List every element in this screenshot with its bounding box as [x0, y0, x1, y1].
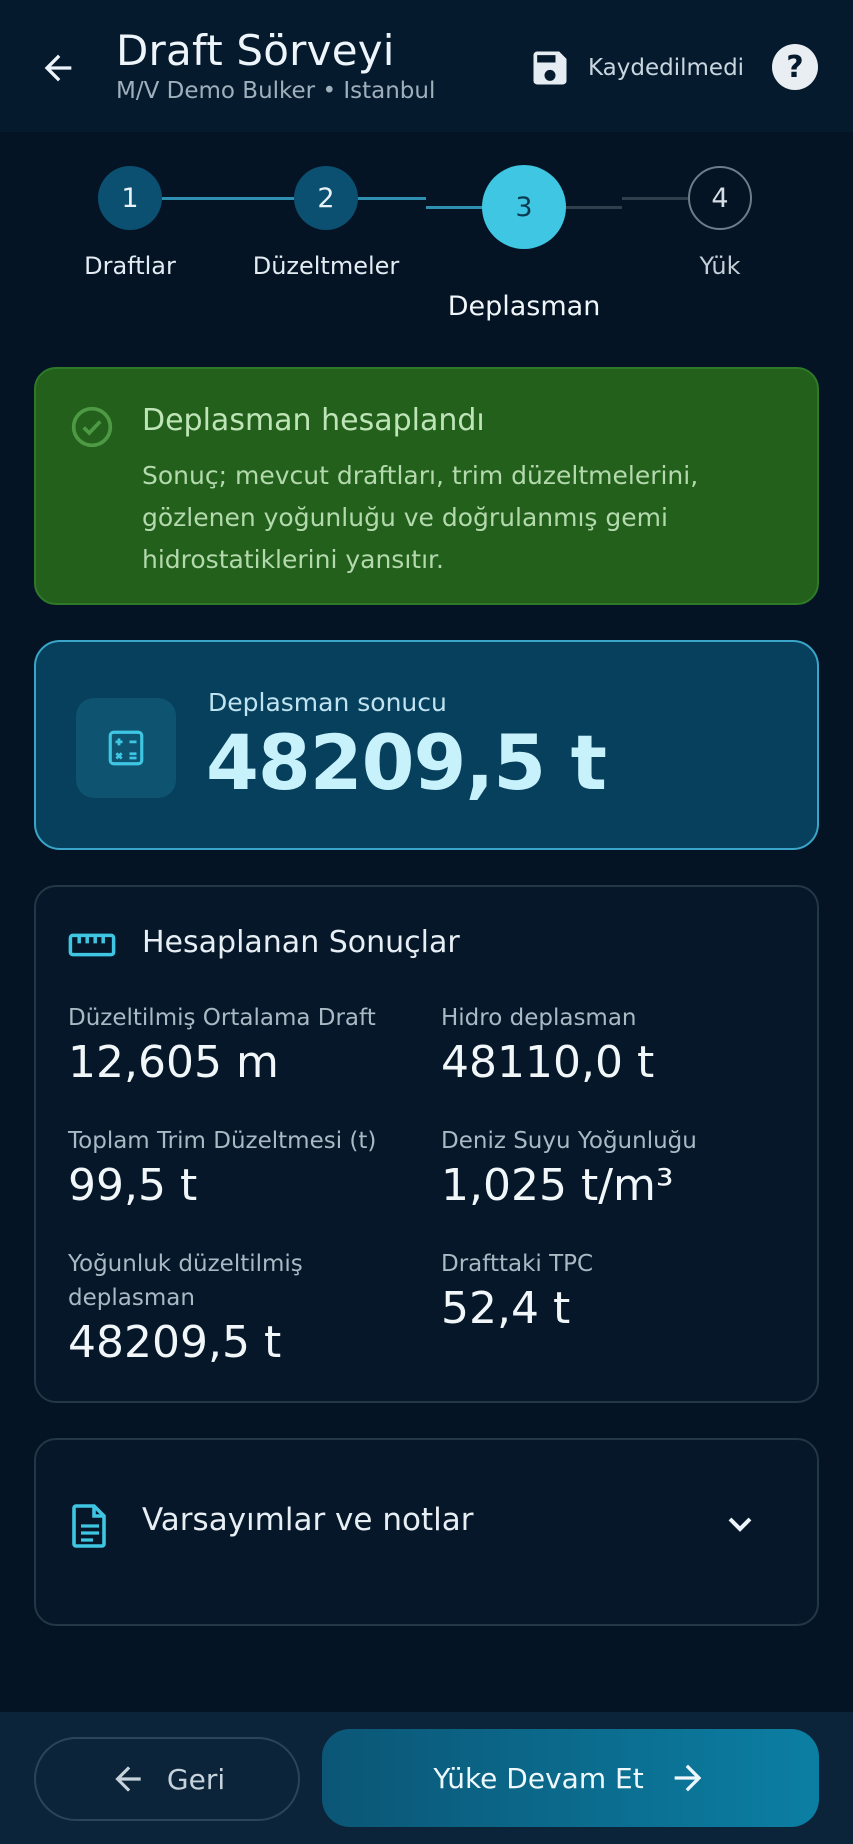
vessel-subtitle: M/V Demo Bulker • Istanbul [116, 78, 436, 104]
metric-label: Toplam Trim Düzeltmesi (t) [68, 1128, 377, 1154]
metric-density-corrected-displacement: Yoğunluk düzeltilmiş deplasman 48209,5 t [68, 1247, 348, 1369]
step-4-number: 4 [711, 182, 729, 214]
step-1[interactable]: 1 Draftlar [84, 166, 176, 280]
back-navigation-button[interactable] [30, 40, 86, 96]
calculator-icon-box [76, 698, 176, 798]
notes-label: Varsayımlar ve notlar [142, 1502, 474, 1538]
success-title: Deplasman hesaplandı [142, 403, 485, 438]
metric-value: 1,025 t/m³ [441, 1160, 674, 1211]
calculator-icon [108, 730, 144, 766]
step-1-number: 1 [121, 182, 139, 214]
metric-hydro-displacement: Hidro deplasman 48110,0 t [441, 1001, 781, 1089]
back-button[interactable]: Geri [34, 1737, 300, 1821]
page-title: Draft Sörveyi [116, 26, 395, 75]
success-message: Sonuç; mevcut draftları, trim düzeltmele… [142, 461, 699, 574]
metric-label: Düzeltilmiş Ortalama Draft [68, 1005, 376, 1031]
assumptions-notes-accordion[interactable]: Varsayımlar ve notlar [34, 1438, 819, 1626]
step-1-circle: 1 [98, 166, 162, 230]
step-connector [622, 197, 690, 200]
step-2-number: 2 [317, 182, 335, 214]
bottom-action-bar: Geri Yüke Devam Et [0, 1712, 853, 1844]
help-circle-icon: ? [786, 49, 804, 85]
check-circle-icon [71, 406, 113, 448]
step-connector [160, 197, 294, 200]
step-connector [562, 206, 622, 209]
result-value: 48209,5 t [206, 718, 607, 807]
metric-value: 48209,5 t [68, 1317, 282, 1368]
metric-value: 48110,0 t [441, 1037, 655, 1088]
step-4-circle: 4 [688, 166, 752, 230]
metric-label: Deniz Suyu Yoğunluğu [441, 1128, 697, 1154]
arrow-left-icon [44, 54, 72, 82]
step-2-label: Düzeltmeler [252, 252, 400, 280]
arrow-right-icon [674, 1764, 702, 1792]
step-4[interactable]: 4 Yük [688, 166, 752, 280]
metric-label: Hidro deplasman [441, 1005, 637, 1031]
step-3-circle: 3 [482, 165, 566, 249]
save-status-label: Kaydedilmedi [588, 55, 745, 81]
help-button[interactable]: ? [772, 44, 818, 90]
computed-results-title: Hesaplanan Sonuçlar [142, 925, 460, 960]
metric-tpc-at-draft: Drafttaki TPC 52,4 t [441, 1247, 781, 1335]
metric-value: 12,605 m [68, 1037, 279, 1088]
step-2[interactable]: 2 Düzeltmeler [253, 166, 399, 280]
metric-value: 52,4 t [441, 1283, 571, 1334]
app-header: Draft Sörveyi M/V Demo Bulker • Istanbul… [0, 0, 853, 132]
step-2-circle: 2 [294, 166, 358, 230]
progress-stepper: 1 Draftlar 2 Düzeltmeler 3 Deplasman 4 Y… [0, 140, 853, 322]
metric-total-trim-correction: Toplam Trim Düzeltmesi (t) 99,5 t [68, 1124, 408, 1212]
success-banner: Deplasman hesaplandı Sonuç; mevcut draft… [34, 367, 819, 605]
displacement-result-card: Deplasman sonucu 48209,5 t [34, 640, 819, 850]
metric-label: Drafttaki TPC [441, 1251, 594, 1277]
floppy-disk-icon [533, 51, 567, 85]
step-connector [426, 206, 486, 209]
continue-button-label: Yüke Devam Et [433, 1761, 644, 1795]
step-3-label: Deplasman [447, 291, 601, 322]
metric-value: 99,5 t [68, 1160, 198, 1211]
document-icon [72, 1504, 106, 1548]
result-label: Deplasman sonucu [208, 688, 447, 717]
ruler-icon [68, 933, 116, 957]
save-status-button[interactable]: Kaydedilmedi [528, 42, 744, 94]
step-1-label: Draftlar [84, 252, 176, 280]
continue-to-cargo-button[interactable]: Yüke Devam Et [322, 1729, 819, 1827]
metric-seawater-density: Deniz Suyu Yoğunluğu 1,025 t/m³ [441, 1124, 781, 1212]
computed-results-card: Hesaplanan Sonuçlar Düzeltilmiş Ortalama… [34, 885, 819, 1403]
chevron-down-icon[interactable] [720, 1504, 760, 1544]
metric-corrected-mean-draft: Düzeltilmiş Ortalama Draft 12,605 m [68, 1001, 408, 1089]
step-4-label: Yük [699, 252, 741, 280]
draft-survey-screen: Draft Sörveyi M/V Demo Bulker • Istanbul… [0, 0, 853, 1844]
arrow-left-icon [115, 1766, 141, 1792]
step-connector [356, 197, 426, 200]
metric-label: Yoğunluk düzeltilmiş deplasman [68, 1251, 303, 1311]
step-3[interactable]: 3 Deplasman [448, 165, 600, 322]
back-button-label: Geri [166, 1762, 226, 1796]
step-3-number: 3 [515, 191, 533, 223]
